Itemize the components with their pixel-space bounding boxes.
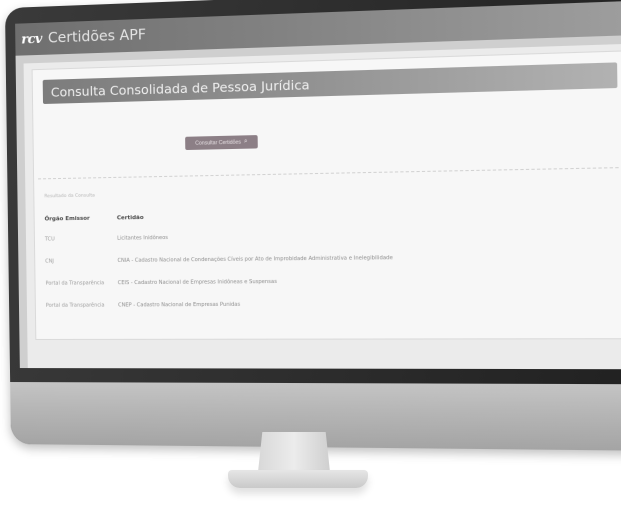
main-content: Consulta Consolidada de Pessoa Jurídica …	[23, 42, 621, 370]
results-section-label: Resultado da Consulta	[44, 193, 95, 200]
certificate-cell[interactable]: CEIS - Cadastro Nacional de Empresas Ini…	[118, 268, 596, 294]
query-panel: Consulta Consolidada de Pessoa Jurídica …	[31, 50, 621, 340]
issuer-cell: Portal da Transparência	[45, 302, 105, 309]
table-row[interactable]: Portal da Transparência CEIS - Cadastro …	[45, 268, 595, 295]
divider	[38, 167, 619, 180]
query-button[interactable]: Consultar Certidões ⌕	[185, 135, 258, 151]
panel-title: Consulta Consolidada de Pessoa Jurídica	[42, 62, 618, 105]
monitor-stand-base	[228, 470, 368, 488]
column-header-issuer: Órgão Emissor	[44, 215, 90, 223]
issuer-cell: CNJ	[45, 258, 54, 265]
table-row[interactable]: Portal da Transparência CNEP - Cadastro …	[46, 291, 596, 317]
monitor: rcv Certidões APF Consulta Consolidada d…	[4, 0, 621, 452]
app-title[interactable]: Certidões APF	[48, 27, 146, 47]
issuer-cell: Portal da Transparência	[45, 280, 105, 287]
certificate-cell[interactable]: CNEP - Cadastro Nacional de Empresas Pun…	[118, 291, 596, 316]
query-button-label: Consultar Certidões	[195, 139, 241, 147]
search-icon: ⌕	[244, 138, 248, 145]
app-logo[interactable]: rcv	[21, 31, 42, 47]
screen: rcv Certidões APF Consulta Consolidada d…	[15, 0, 621, 370]
results-table: Órgão Emissor Certidão TCU Licitantes In…	[45, 204, 597, 317]
monitor-stand-neck	[258, 432, 330, 472]
issuer-cell: TCU	[44, 236, 55, 243]
